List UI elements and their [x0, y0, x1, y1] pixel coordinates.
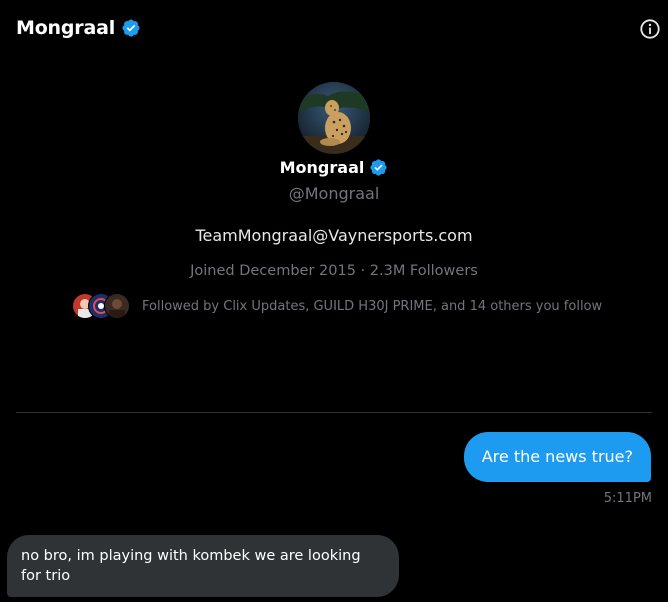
profile-handle: @Mongraal [288, 184, 380, 203]
followed-by-text: Followed by Clix Updates, GUILD H30J PRI… [142, 298, 603, 314]
verified-badge-icon [122, 19, 140, 37]
conversation-header: Mongraal [0, 0, 668, 60]
header-title[interactable]: Mongraal [16, 17, 141, 39]
divider [16, 412, 652, 413]
avatar[interactable] [298, 82, 370, 154]
info-icon[interactable] [639, 18, 661, 40]
message-timestamp: 5:11PM [603, 491, 652, 506]
followed-by-row[interactable]: Followed by Clix Updates, GUILD H30J PRI… [72, 293, 602, 319]
dm-conversation-window: Mongraal Mongraal @Mongraal TeamMongraal… [0, 0, 668, 602]
follower-avatars [72, 293, 130, 319]
header-name: Mongraal [16, 17, 116, 39]
verified-badge-icon [370, 159, 387, 176]
follower-avatar [104, 293, 130, 319]
profile-meta: Joined December 2015 · 2.3M Followers [190, 263, 478, 279]
profile-bio: TeamMongraal@Vaynersports.com [195, 226, 473, 245]
profile-name-row: Mongraal [0, 158, 668, 177]
leopard-avatar-image [298, 82, 370, 154]
received-message-bubble[interactable]: no bro, im playing with kombek we are lo… [7, 535, 399, 597]
profile-name: Mongraal [279, 158, 365, 177]
sent-message-bubble[interactable]: Are the news true? [463, 432, 651, 482]
